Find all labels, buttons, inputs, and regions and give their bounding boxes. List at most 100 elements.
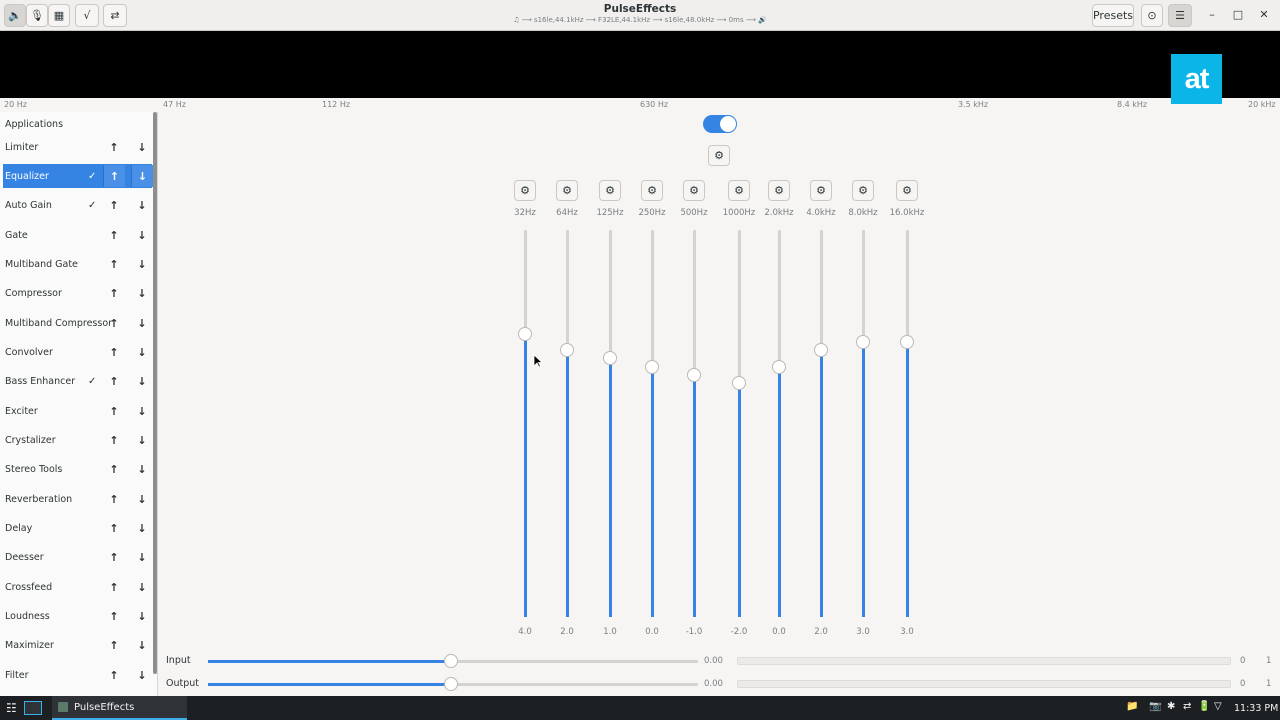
tray-icon[interactable]: ⇄: [1183, 701, 1191, 712]
band-gain-knob[interactable]: [687, 367, 701, 382]
move-down-arrow-icon[interactable]: ↓: [131, 459, 153, 481]
move-down-arrow-icon[interactable]: ↓: [131, 518, 153, 540]
move-down-arrow-icon[interactable]: ↓: [131, 606, 153, 628]
band-settings-gear-icon[interactable]: ⚙: [768, 180, 790, 201]
move-up-arrow-icon[interactable]: ↑: [103, 664, 125, 686]
input-gain-knob[interactable]: [443, 654, 458, 668]
presets-button[interactable]: Presets: [1092, 4, 1134, 27]
sidebar-scrollbar[interactable]: [153, 112, 157, 674]
sidebar-item-equalizer[interactable]: Equalizer ✓ ↑ ↓: [3, 164, 153, 189]
move-up-arrow-icon[interactable]: ↑: [103, 635, 125, 657]
move-up-arrow-icon[interactable]: ↑: [103, 195, 125, 217]
move-down-arrow-icon[interactable]: ↓: [131, 488, 153, 510]
band-gain-knob[interactable]: [645, 359, 659, 374]
move-up-arrow-icon[interactable]: ↑: [103, 430, 125, 452]
move-up-arrow-icon[interactable]: ↑: [103, 312, 125, 334]
move-down-arrow-icon[interactable]: ↓: [131, 195, 153, 217]
band-gain-knob[interactable]: [603, 351, 617, 366]
move-down-arrow-icon[interactable]: ↓: [131, 341, 153, 363]
move-up-arrow-icon[interactable]: ↑: [103, 371, 125, 393]
band-settings-gear-icon[interactable]: ⚙: [556, 180, 578, 201]
band-settings-gear-icon[interactable]: ⚙: [683, 180, 705, 201]
move-up-arrow-icon[interactable]: ↑: [103, 576, 125, 598]
speaker-icon[interactable]: 🔈: [4, 4, 26, 27]
band-settings-gear-icon[interactable]: ⚙: [810, 180, 832, 201]
maximize-icon[interactable]: □: [1231, 8, 1245, 21]
sidebar-item-multiband-gate[interactable]: Multiband Gate ↑ ↓: [3, 252, 152, 276]
sidebar-item-bass-enhancer[interactable]: Bass Enhancer ✓ ↑ ↓: [3, 370, 152, 394]
band-settings-gear-icon[interactable]: ⚙: [514, 180, 536, 201]
input-gain-slider[interactable]: [208, 654, 698, 668]
tray-icon[interactable]: 📁: [1126, 701, 1138, 712]
sidebar-item-crystalizer[interactable]: Crystalizer ↑ ↓: [3, 429, 152, 453]
desktop-pager[interactable]: [22, 696, 44, 720]
sidebar-item-convolver[interactable]: Convolver ↑ ↓: [3, 340, 152, 364]
move-up-arrow-icon[interactable]: ↑: [103, 459, 125, 481]
tray-icon[interactable]: 🔋: [1198, 701, 1210, 712]
sidebar-item-compressor[interactable]: Compressor ↑ ↓: [3, 282, 152, 306]
shuffle-icon[interactable]: ⇄: [103, 4, 127, 27]
sidebar-item-maximizer[interactable]: Maximizer ↑ ↓: [3, 634, 152, 658]
equalizer-settings-gear-icon[interactable]: ⚙: [708, 145, 730, 166]
move-down-arrow-icon[interactable]: ↓: [131, 371, 153, 393]
move-down-arrow-icon[interactable]: ↓: [131, 253, 153, 275]
tray-icon[interactable]: ✱: [1167, 701, 1175, 712]
sidebar-item-filter[interactable]: Filter ↑ ↓: [3, 663, 152, 687]
minimize-icon[interactable]: –: [1205, 8, 1219, 21]
spectrum-icon[interactable]: √: [75, 4, 99, 27]
headphones-icon[interactable]: ⊙: [1141, 4, 1163, 27]
output-gain-slider[interactable]: [208, 677, 698, 691]
move-down-arrow-icon[interactable]: ↓: [131, 547, 153, 569]
band-gain-knob[interactable]: [814, 343, 828, 358]
move-down-arrow-icon[interactable]: ↓: [131, 283, 153, 305]
sidebar-item-limiter[interactable]: Limiter ↑ ↓: [3, 135, 152, 159]
equalizer-enable-switch[interactable]: [703, 115, 737, 133]
move-up-arrow-icon[interactable]: ↑: [103, 400, 125, 422]
sidebar-header[interactable]: Applications: [5, 119, 63, 130]
move-down-arrow-icon[interactable]: ↓: [131, 576, 153, 598]
move-down-arrow-icon[interactable]: ↓: [131, 664, 153, 686]
move-up-arrow-icon[interactable]: ↑: [103, 224, 125, 246]
move-up-arrow-icon[interactable]: ↑: [103, 165, 125, 188]
move-down-arrow-icon[interactable]: ↓: [131, 224, 153, 246]
move-up-arrow-icon[interactable]: ↑: [103, 518, 125, 540]
band-gain-knob[interactable]: [732, 375, 746, 390]
sidebar-item-gate[interactable]: Gate ↑ ↓: [3, 223, 152, 247]
clock[interactable]: 11:33 PM: [1234, 703, 1278, 714]
move-down-arrow-icon[interactable]: ↓: [131, 312, 153, 334]
band-gain-knob[interactable]: [518, 327, 532, 342]
band-gain-knob[interactable]: [772, 359, 786, 374]
pager-desktop-1[interactable]: [24, 701, 42, 715]
sidebar-item-delay[interactable]: Delay ↑ ↓: [3, 517, 152, 541]
sidebar-item-deesser[interactable]: Deesser ↑ ↓: [3, 546, 152, 570]
move-up-arrow-icon[interactable]: ↑: [103, 136, 125, 158]
close-icon[interactable]: ✕: [1257, 8, 1271, 21]
output-gain-knob[interactable]: [443, 677, 458, 691]
move-up-arrow-icon[interactable]: ↑: [103, 547, 125, 569]
move-up-arrow-icon[interactable]: ↑: [103, 341, 125, 363]
sidebar-item-crossfeed[interactable]: Crossfeed ↑ ↓: [3, 575, 152, 599]
app-launcher-icon[interactable]: ☷: [6, 696, 17, 720]
tray-icon[interactable]: ▽: [1214, 701, 1222, 712]
move-up-arrow-icon[interactable]: ↑: [103, 606, 125, 628]
microphone-icon[interactable]: 🎙: [26, 4, 48, 27]
band-gain-knob[interactable]: [560, 343, 574, 358]
tray-icon[interactable]: 📷: [1149, 701, 1161, 712]
sidebar-item-stereo-tools[interactable]: Stereo Tools ↑ ↓: [3, 458, 152, 482]
taskbar-task-pulseeffects[interactable]: PulseEffects: [52, 696, 187, 720]
move-up-arrow-icon[interactable]: ↑: [103, 488, 125, 510]
sidebar-item-reverberation[interactable]: Reverberation ↑ ↓: [3, 487, 152, 511]
move-down-arrow-icon[interactable]: ↓: [131, 165, 153, 188]
menu-icon[interactable]: ☰: [1168, 4, 1192, 27]
move-up-arrow-icon[interactable]: ↑: [103, 253, 125, 275]
band-settings-gear-icon[interactable]: ⚙: [852, 180, 874, 201]
band-settings-gear-icon[interactable]: ⚙: [728, 180, 750, 201]
band-settings-gear-icon[interactable]: ⚙: [599, 180, 621, 201]
equalizer-grid-icon[interactable]: ▦: [48, 4, 70, 27]
band-gain-knob[interactable]: [856, 335, 870, 350]
band-settings-gear-icon[interactable]: ⚙: [641, 180, 663, 201]
move-up-arrow-icon[interactable]: ↑: [103, 283, 125, 305]
band-settings-gear-icon[interactable]: ⚙: [896, 180, 918, 201]
sidebar-item-auto-gain[interactable]: Auto Gain ✓ ↑ ↓: [3, 194, 152, 218]
move-down-arrow-icon[interactable]: ↓: [131, 136, 153, 158]
